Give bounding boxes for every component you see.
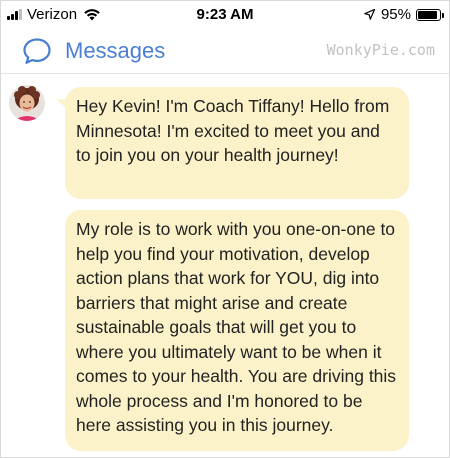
message-text: My role is to work with you one-on-one t… (76, 219, 397, 435)
battery-fill (418, 10, 437, 19)
phone-screen: Verizon 9:23 AM 95% Messages WonkyPie.co… (0, 0, 450, 458)
avatar[interactable] (9, 85, 45, 121)
location-arrow-icon (364, 9, 375, 20)
message-text: Hey Kevin! I'm Coach Tiffany! Hello from… (76, 96, 390, 165)
coach-avatar-image (9, 85, 45, 121)
status-bar: Verizon 9:23 AM 95% (1, 1, 449, 29)
messages-header: Messages WonkyPie.com (1, 29, 449, 74)
watermark: WonkyPie.com (326, 41, 435, 59)
battery-cap (442, 12, 444, 18)
battery-icon (416, 8, 444, 21)
chat-bubble-icon[interactable] (22, 37, 52, 65)
message-bubble: Hey Kevin! I'm Coach Tiffany! Hello from… (65, 87, 409, 199)
status-right: 95% (364, 6, 444, 23)
message-bubble: My role is to work with you one-on-one t… (65, 210, 409, 451)
battery-percent: 95% (380, 6, 411, 23)
page-title: Messages (65, 38, 166, 63)
